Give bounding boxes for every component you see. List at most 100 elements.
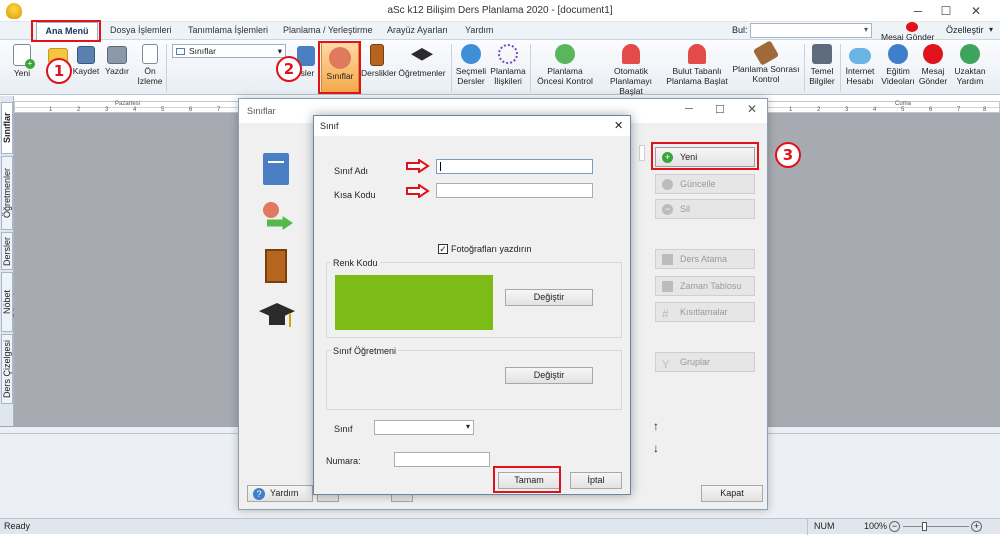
find-label: Bul: bbox=[732, 25, 748, 35]
minimize-button[interactable]: ─ bbox=[685, 103, 693, 115]
maximize-button[interactable]: ☐ bbox=[715, 103, 725, 116]
change-color-button[interactable]: Değiştir bbox=[505, 289, 593, 306]
close-button[interactable]: ✕ bbox=[747, 102, 757, 116]
vtab-ogretmenler[interactable]: Öğretmenler bbox=[1, 156, 13, 230]
graduation-cap-icon bbox=[259, 299, 295, 335]
class-dialog-title: Sınıf bbox=[320, 121, 339, 131]
print-button[interactable]: Yazdır bbox=[102, 44, 132, 76]
printer-icon bbox=[107, 46, 127, 64]
zoom-out-button[interactable]: − bbox=[889, 521, 900, 532]
message-button[interactable]: Mesaj Gönder bbox=[916, 44, 950, 86]
zoom-in-button[interactable]: + bbox=[971, 521, 982, 532]
print-photos-checkbox[interactable]: ✓ bbox=[438, 244, 448, 254]
vtab-cizelge[interactable]: Ders Çizelgesi bbox=[1, 334, 13, 404]
teachers-button[interactable]: Öğretmenler bbox=[396, 44, 448, 78]
customize-chevron-icon[interactable]: ▾ bbox=[989, 25, 993, 34]
highlight-ana-menu bbox=[31, 20, 101, 42]
person-check-icon bbox=[461, 44, 481, 64]
new-button[interactable]: + Yeni bbox=[8, 44, 36, 78]
number-label: Numara: bbox=[326, 456, 361, 466]
short-code-input[interactable] bbox=[436, 183, 593, 198]
students-arrow-icon bbox=[259, 202, 295, 236]
tab-arayuz[interactable]: Arayüz Ayarları bbox=[387, 25, 448, 35]
internet-button[interactable]: İnternet Hesabı bbox=[842, 44, 878, 86]
save-button[interactable]: Kaydet bbox=[70, 44, 102, 76]
customize-menu[interactable]: Özelleştir bbox=[946, 25, 984, 35]
move-up-arrow[interactable]: ↑ bbox=[653, 419, 659, 433]
siren-icon-2 bbox=[688, 44, 706, 64]
status-num: NUM bbox=[814, 521, 835, 531]
cancel-button[interactable]: İptal bbox=[570, 472, 622, 489]
classrooms-button-label: Derslikler bbox=[361, 68, 397, 78]
vtab-nobet[interactable]: Nöbet Gözetim bbox=[1, 272, 22, 332]
message-icon[interactable] bbox=[906, 22, 918, 32]
status-bar: Ready NUM 100% − + bbox=[0, 518, 1000, 535]
auto-start-button-label: Otomatik Planlamayı Başlat bbox=[609, 66, 653, 96]
classrooms-button[interactable]: Derslikler bbox=[361, 44, 397, 78]
remote-button-label: Uzaktan Yardım bbox=[954, 66, 986, 86]
help-button-label: Yardım bbox=[270, 488, 299, 498]
tab-dosya[interactable]: Dosya İşlemleri bbox=[110, 25, 172, 35]
videos-button-label: Eğitim Videoları bbox=[881, 66, 915, 86]
vtab-siniflar[interactable]: Sınıflar bbox=[1, 102, 13, 154]
auto-start-button[interactable]: Otomatik Planlamayı Başlat bbox=[598, 44, 664, 96]
class-label: Sınıf bbox=[334, 424, 353, 434]
move-down-arrow[interactable]: ↓ bbox=[653, 441, 659, 455]
chevron-down-icon: ▾ bbox=[465, 422, 470, 431]
chevron-down-icon[interactable]: ▾ bbox=[864, 25, 868, 34]
class-name-label: Sınıf Adı bbox=[334, 166, 369, 176]
maximize-button[interactable]: ☐ bbox=[938, 3, 954, 19]
postcheck-button[interactable]: Planlama Sonrası Kontrol bbox=[730, 40, 802, 84]
groups-button[interactable]: Y Gruplar bbox=[655, 352, 755, 372]
tab-yardim[interactable]: Yardım bbox=[465, 25, 493, 35]
videos-button[interactable]: Eğitim Videoları bbox=[880, 44, 916, 86]
constraints-button[interactable]: # Kısıtlamalar bbox=[655, 302, 755, 322]
delete-button-label: Sil bbox=[680, 204, 691, 214]
classes-window-title: Sınıflar bbox=[247, 106, 276, 116]
update-button[interactable]: Güncelle bbox=[655, 174, 755, 194]
assign-button[interactable]: Ders Atama bbox=[655, 249, 755, 269]
change-teacher-button[interactable]: Değiştir bbox=[505, 367, 593, 384]
zoom-slider[interactable] bbox=[903, 526, 969, 527]
class-name-input[interactable] bbox=[436, 159, 593, 174]
precheck-button[interactable]: Planlama Öncesi Kontrol bbox=[534, 44, 596, 86]
arrow-right-icon bbox=[406, 158, 430, 174]
number-input[interactable] bbox=[394, 452, 490, 467]
assign-button-label: Ders Atama bbox=[680, 254, 728, 264]
close-window-button[interactable]: Kapat bbox=[701, 485, 763, 502]
minimize-button[interactable]: ─ bbox=[910, 3, 926, 19]
graduation-cap-icon bbox=[411, 48, 433, 61]
remote-button[interactable]: Uzaktan Yardım bbox=[950, 44, 990, 86]
tab-tanimlama[interactable]: Tanımlama İşlemleri bbox=[188, 25, 268, 35]
cloud-start-button[interactable]: Bulut Tabanlı Planlama Başlat bbox=[666, 44, 728, 86]
preview-icon bbox=[142, 44, 158, 64]
minus-circle-icon: − bbox=[662, 204, 673, 215]
find-input[interactable]: ▾ bbox=[750, 23, 872, 38]
tab-planlama[interactable]: Planlama / Yerleştirme bbox=[283, 25, 373, 35]
timetable-icon bbox=[662, 281, 673, 292]
delete-button[interactable]: − Sil bbox=[655, 199, 755, 219]
step-badge-3: 3 bbox=[775, 142, 801, 168]
timetable-button[interactable]: Zaman Tablosu bbox=[655, 276, 755, 296]
help-button[interactable]: ? Yardım bbox=[247, 485, 313, 502]
preview-button[interactable]: Ön İzleme bbox=[136, 44, 164, 86]
postcheck-button-label: Planlama Sonrası Kontrol bbox=[732, 64, 800, 84]
zoom-slider-thumb[interactable] bbox=[922, 522, 927, 531]
zoom-level: 100% bbox=[864, 521, 888, 531]
vtab-dersler[interactable]: Dersler bbox=[1, 232, 13, 270]
highlight-ok-button bbox=[493, 466, 561, 493]
siren-icon bbox=[622, 44, 640, 64]
close-icon[interactable]: ✕ bbox=[614, 119, 623, 132]
relations-button[interactable]: Planlama İlişkileri bbox=[488, 44, 528, 86]
class-select[interactable]: ▾ bbox=[374, 420, 474, 435]
book-icon bbox=[263, 153, 289, 185]
groups-icon: Y bbox=[662, 359, 670, 371]
basic-info-button[interactable]: Temel Bilgiler bbox=[806, 44, 838, 86]
view-select[interactable]: Sınıflar ▾ bbox=[172, 44, 286, 58]
window-title: aSc k12 Bilişim Ders Planlama 2020 - [do… bbox=[387, 5, 613, 16]
assign-icon bbox=[662, 254, 673, 265]
elective-button[interactable]: Seçmeli Dersler bbox=[455, 44, 487, 86]
class-dialog-titlebar: Sınıf ✕ bbox=[314, 116, 630, 136]
close-button[interactable]: ✕ bbox=[968, 3, 984, 19]
print-photos-label: Fotoğrafları yazdırın bbox=[451, 244, 532, 254]
